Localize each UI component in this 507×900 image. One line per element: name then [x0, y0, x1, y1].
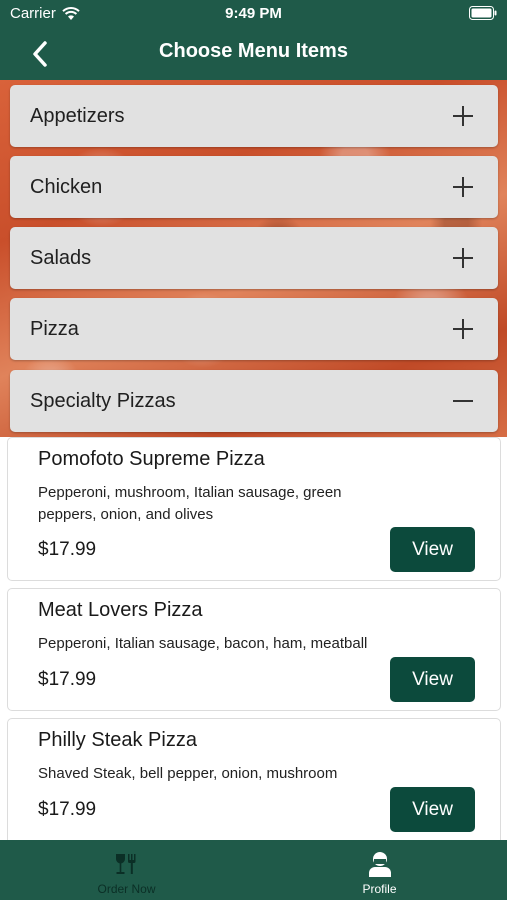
- tab-order-now[interactable]: Order Now: [0, 840, 253, 900]
- item-description: Pepperoni, Italian sausage, bacon, ham, …: [38, 635, 368, 652]
- item-price: $17.99: [38, 799, 97, 820]
- category-label: Chicken: [30, 175, 103, 198]
- minus-icon: [452, 390, 474, 412]
- plus-icon: [452, 105, 474, 127]
- plus-icon: [452, 247, 474, 269]
- tab-label: Profile: [362, 882, 397, 896]
- category-label: Pizza: [30, 317, 79, 340]
- item-name: Meat Lovers Pizza: [38, 599, 203, 621]
- view-button[interactable]: View: [390, 657, 475, 702]
- status-bar: Carrier 9:49 PM: [0, 0, 507, 28]
- menu-item-card: Philly Steak Pizza Shaved Steak, bell pe…: [7, 718, 501, 840]
- plus-icon: [452, 176, 474, 198]
- category-specialty-pizzas[interactable]: Specialty Pizzas: [10, 370, 498, 432]
- item-description: Shaved Steak, bell pepper, onion, mushro…: [38, 765, 338, 782]
- category-label: Appetizers: [30, 104, 125, 127]
- menu-item-list: Pomofoto Supreme Pizza Pepperoni, mushro…: [0, 437, 507, 840]
- item-price: $17.99: [38, 539, 97, 560]
- person-icon: [368, 851, 392, 877]
- item-name: Pomofoto Supreme Pizza: [38, 448, 265, 470]
- tab-profile[interactable]: Profile: [253, 840, 506, 900]
- nav-bar: Choose Menu Items: [0, 28, 507, 78]
- category-pizza[interactable]: Pizza: [10, 298, 498, 360]
- item-description: Pepperoni, mushroom, Italian sausage, gr…: [38, 484, 342, 523]
- item-price: $17.99: [38, 669, 97, 690]
- category-chicken[interactable]: Chicken: [10, 156, 498, 218]
- view-button[interactable]: View: [390, 527, 475, 572]
- tab-bar: Order Now Profile: [0, 840, 507, 900]
- battery-icon: [469, 6, 497, 24]
- category-label: Salads: [30, 246, 92, 269]
- wine-fork-icon: [114, 851, 140, 877]
- menu-item-card: Pomofoto Supreme Pizza Pepperoni, mushro…: [7, 437, 501, 581]
- tab-label: Order Now: [97, 882, 156, 896]
- header: Carrier 9:49 PM Choose Menu Items: [0, 0, 507, 80]
- category-label: Specialty Pizzas: [30, 389, 176, 412]
- status-time: 9:49 PM: [225, 5, 282, 22]
- category-salads[interactable]: Salads: [10, 227, 498, 289]
- item-name: Philly Steak Pizza: [38, 729, 197, 751]
- plus-icon: [452, 318, 474, 340]
- menu-item-card: Meat Lovers Pizza Pepperoni, Italian sau…: [7, 588, 501, 711]
- screen: Carrier 9:49 PM Choose Menu Items Appeti…: [0, 0, 507, 900]
- page-title: Choose Menu Items: [159, 40, 348, 62]
- category-appetizers[interactable]: Appetizers: [10, 85, 498, 147]
- view-button[interactable]: View: [390, 787, 475, 832]
